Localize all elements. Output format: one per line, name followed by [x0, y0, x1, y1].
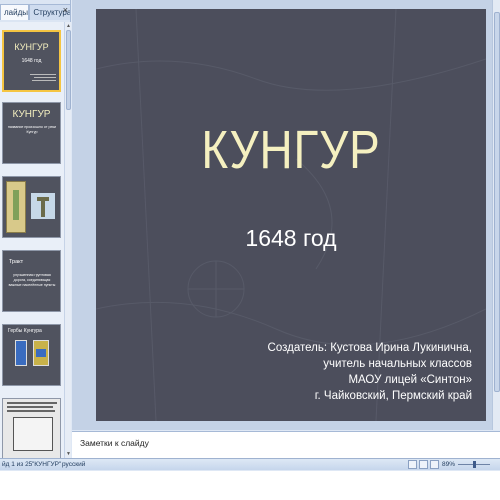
notes-pane[interactable]: Заметки к слайду	[72, 431, 500, 458]
thumb-title: КУНГУР	[14, 42, 49, 52]
thumb-subtitle: 1648 год	[21, 58, 42, 64]
author-textbox[interactable]: Создатель: Кустова Ирина Лукинична, учит…	[268, 340, 472, 404]
thumbnail-list: КУНГУР 1648 год КУНГУР название произошл…	[0, 22, 64, 458]
current-slide[interactable]: КУНГУР 1648 год Создатель: Кустова Ирина…	[96, 9, 486, 421]
language-indicator[interactable]: русский	[62, 460, 85, 470]
status-bar: йд 1 из 25 "КУНГУР" русский 89%	[0, 458, 500, 470]
slide-scrollbar[interactable]	[492, 0, 500, 430]
slide-thumbnail-3[interactable]	[2, 176, 61, 238]
close-panel-icon[interactable]: ×	[63, 5, 68, 15]
thumbnail-scrollbar[interactable]: ▲ ▼	[64, 22, 71, 458]
slide-sorter-icon[interactable]	[419, 460, 428, 469]
thumb-subtitle: улучшенная грунтовая дорога, соединяющая…	[8, 273, 56, 287]
scroll-up-icon[interactable]: ▲	[65, 23, 72, 29]
theme-name[interactable]: "КУНГУР"	[32, 460, 61, 470]
monument-image	[31, 193, 55, 219]
author-line: г. Чайковский, Пермский край	[314, 390, 472, 402]
coat-of-arms-image-2	[33, 340, 49, 366]
coat-of-arms-image-1	[15, 340, 27, 366]
slide-counter: йд 1 из 25	[2, 461, 33, 468]
bottom-blank-area	[0, 471, 500, 500]
slide-thumbnail-5[interactable]: Гербы Кунгура	[2, 324, 61, 386]
zoom-slider-handle[interactable]	[473, 461, 476, 468]
slide-title[interactable]: КУНГУР	[125, 119, 457, 181]
normal-view-icon[interactable]	[408, 460, 417, 469]
slide-thumbnail-6[interactable]	[2, 398, 61, 458]
zoom-level[interactable]: 89%	[442, 460, 455, 470]
slides-panel: лайды Структура × КУНГУР 1648 год КУНГУР…	[0, 0, 71, 458]
scrollbar-thumb[interactable]	[494, 12, 500, 392]
panel-tabs: лайды Структура	[0, 4, 71, 20]
thumb-title: КУНГУР	[12, 109, 51, 120]
slide-editing-area: КУНГУР 1648 год Создатель: Кустова Ирина…	[72, 0, 492, 430]
slide-subtitle[interactable]: 1648 год	[96, 225, 486, 252]
slideshow-icon[interactable]	[430, 460, 439, 469]
slide-thumbnail-2[interactable]: КУНГУР название произошло от реки Кунгур	[2, 102, 61, 164]
map-image	[6, 181, 26, 233]
author-line: МАОУ лицей «Синтон»	[348, 374, 472, 386]
thumb-title: Тракт	[9, 259, 24, 265]
thumb-title: Гербы Кунгура	[8, 328, 42, 334]
scrollbar-thumb[interactable]	[66, 30, 71, 110]
author-line: учитель начальных классов	[323, 358, 472, 370]
slide-thumbnail-4[interactable]: Тракт улучшенная грунтовая дорога, соеди…	[2, 250, 61, 312]
author-line: Создатель: Кустова Ирина Лукинична,	[267, 342, 472, 354]
thumb-subtitle: название произошло от реки Кунгур	[7, 125, 57, 134]
scroll-down-icon[interactable]: ▼	[65, 451, 72, 457]
notes-placeholder: Заметки к слайду	[80, 438, 149, 448]
tab-slides[interactable]: лайды	[0, 4, 30, 20]
slide-thumbnail-1[interactable]: КУНГУР 1648 год	[2, 30, 61, 92]
